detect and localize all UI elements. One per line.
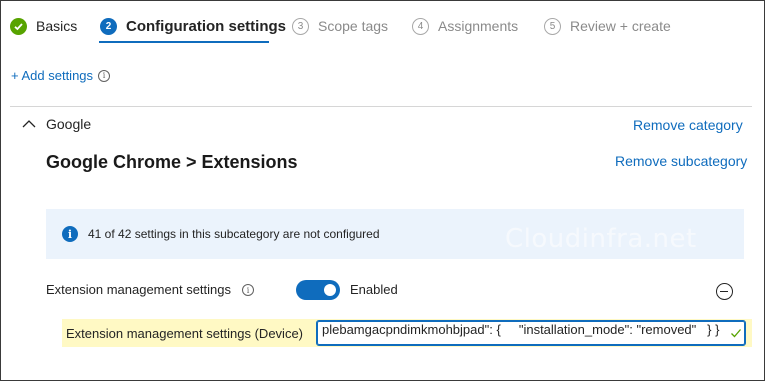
add-settings-link[interactable]: + Add settings i — [11, 68, 111, 83]
remove-category-link[interactable]: Remove category — [633, 117, 743, 133]
remove-setting-icon[interactable] — [716, 283, 733, 300]
info-message-text: 41 of 42 settings in this subcategory ar… — [88, 227, 380, 241]
device-setting-input[interactable]: plebamgacpndimkmohbjpad": { "installatio… — [316, 320, 746, 346]
device-setting-row: Extension management settings (Device) p… — [62, 319, 752, 347]
step-number-badge: 4 — [412, 17, 429, 35]
category-name: Google — [46, 116, 92, 132]
step-scope-tags[interactable]: 3 Scope tags — [292, 14, 388, 38]
info-icon[interactable]: i — [242, 284, 254, 296]
step-review-create[interactable]: 5 Review + create — [544, 14, 671, 38]
info-icon: i — [62, 226, 78, 242]
add-settings-label: + Add settings — [11, 68, 94, 83]
step-basics[interactable]: Basics — [10, 14, 77, 38]
device-setting-label: Extension management settings (Device) — [66, 326, 304, 341]
checkmark-icon — [10, 17, 27, 35]
info-message-bar: i 41 of 42 settings in this subcategory … — [46, 209, 744, 259]
divider — [10, 106, 752, 107]
step-label: Configuration settings — [126, 17, 286, 35]
step-number-badge: 5 — [544, 17, 561, 35]
step-number-badge: 3 — [292, 17, 309, 35]
toggle-label: Enabled — [350, 282, 398, 297]
checkmark-icon — [731, 329, 741, 338]
subcategory-title: Google Chrome > Extensions — [46, 152, 298, 172]
toggle-knob — [324, 284, 336, 296]
chevron-up-icon[interactable] — [20, 116, 38, 132]
setting-label: Extension management settings — [46, 282, 231, 297]
remove-subcategory-link[interactable]: Remove subcategory — [615, 153, 747, 169]
step-assignments[interactable]: 4 Assignments — [412, 14, 518, 38]
step-number-badge: 2 — [100, 17, 117, 35]
step-label: Review + create — [570, 18, 671, 34]
step-label: Basics — [36, 18, 78, 34]
step-label: Scope tags — [318, 18, 389, 34]
active-step-underline — [99, 41, 269, 43]
step-label: Assignments — [438, 18, 519, 34]
step-configuration-settings[interactable]: 2 Configuration settings — [100, 14, 286, 38]
info-icon[interactable]: i — [98, 69, 111, 82]
category-header[interactable]: Google — [20, 116, 91, 132]
enabled-toggle[interactable] — [296, 280, 340, 300]
